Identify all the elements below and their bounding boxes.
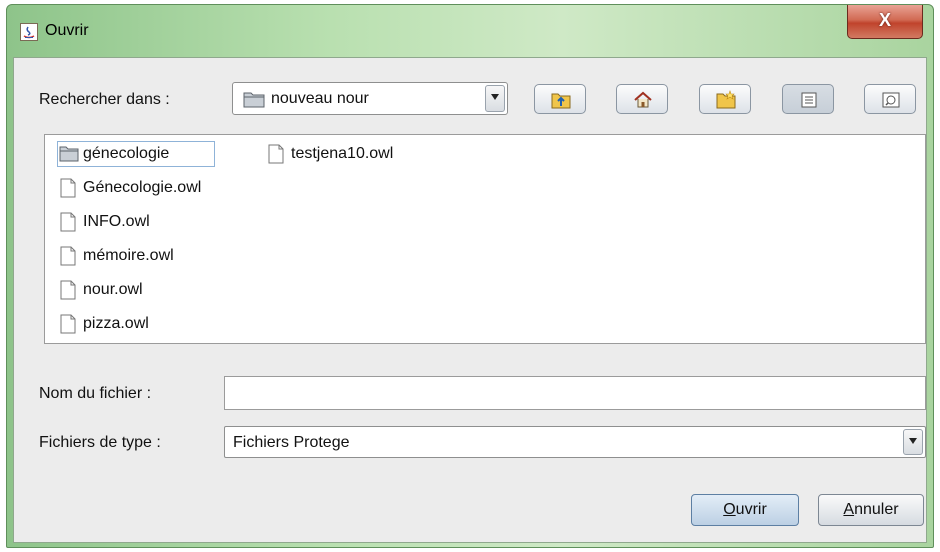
look-in-combobox[interactable]: nouveau nour — [232, 82, 508, 115]
filetype-combobox[interactable]: Fichiers Protege — [224, 426, 926, 458]
file-name: nour.owl — [83, 281, 143, 298]
folder-icon — [243, 92, 265, 108]
cancel-label: nnuler — [854, 501, 899, 518]
folder-item[interactable]: génecologie — [57, 141, 215, 167]
dialog-content: Rechercher dans : nouveau nour génecolog… — [13, 57, 927, 543]
cancel-mnemonic: A — [843, 501, 855, 518]
file-icon — [268, 144, 284, 164]
title-bar[interactable]: Ouvrir X — [7, 5, 933, 55]
file-icon — [60, 280, 76, 300]
filename-input[interactable] — [224, 376, 926, 410]
close-button[interactable]: X — [847, 5, 923, 39]
file-icon — [60, 246, 76, 266]
home-icon — [634, 91, 652, 108]
file-name: mémoire.owl — [83, 247, 174, 264]
open-button[interactable]: Ouvrir — [691, 494, 799, 526]
new-folder-icon — [716, 90, 736, 109]
java-app-icon — [20, 23, 38, 41]
file-name: INFO.owl — [83, 213, 150, 230]
window-title: Ouvrir — [45, 22, 89, 39]
details-view-button[interactable] — [864, 84, 916, 114]
open-label: uvrir — [735, 501, 767, 518]
filetype-label: Fichiers de type : — [39, 434, 161, 451]
chevron-down-icon[interactable] — [485, 85, 505, 112]
file-icon — [60, 314, 76, 334]
up-one-level-button[interactable] — [534, 84, 586, 114]
open-mnemonic: O — [723, 501, 736, 518]
file-name: testjena10.owl — [291, 145, 394, 162]
look-in-label: Rechercher dans : — [39, 91, 170, 108]
filetype-value: Fichiers Protege — [233, 434, 350, 451]
list-view-button[interactable] — [782, 84, 834, 114]
up-one-level-icon — [551, 93, 571, 109]
cancel-button[interactable]: Annuler — [818, 494, 924, 526]
file-name: pizza.owl — [83, 315, 149, 332]
details-view-icon — [882, 92, 900, 108]
filename-label: Nom du fichier : — [39, 385, 152, 402]
open-dialog: Ouvrir X Rechercher dans : nouveau nour — [6, 4, 934, 548]
folder-icon — [59, 146, 79, 162]
chevron-down-icon[interactable] — [903, 429, 923, 455]
new-folder-button[interactable] — [699, 84, 751, 114]
file-name: Génecologie.owl — [83, 179, 202, 196]
look-in-value: nouveau nour — [271, 90, 369, 107]
list-view-icon — [801, 92, 817, 108]
home-button[interactable] — [616, 84, 668, 114]
file-name: génecologie — [83, 145, 170, 162]
file-icon — [60, 178, 76, 198]
file-icon — [60, 212, 76, 232]
file-list[interactable]: génecologie Génecologie.owl INFO.owl mém… — [44, 134, 926, 344]
